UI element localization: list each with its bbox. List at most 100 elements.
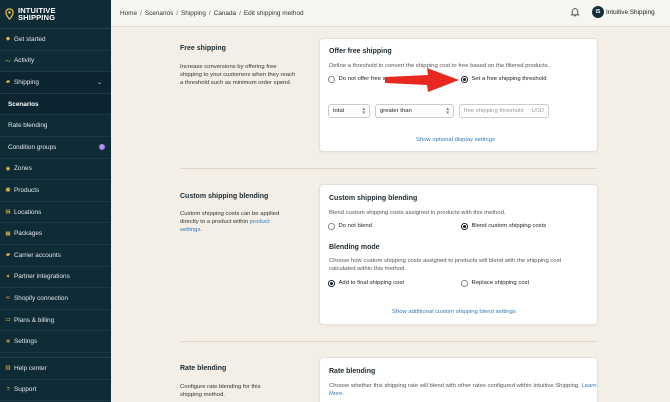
truck-icon: ▰	[5, 252, 11, 259]
bell-icon[interactable]	[570, 7, 580, 17]
free-shipping-card-title: Offer free shipping	[329, 48, 392, 55]
sidebar-item-products[interactable]: ▣ Products	[0, 180, 111, 202]
sidebar-item-label: Support	[14, 386, 37, 394]
breadcrumb-separator: /	[239, 10, 241, 17]
sidebar-item-label: Locations	[14, 208, 42, 216]
section-divider	[180, 168, 597, 169]
info-badge: i	[99, 143, 105, 150]
breadcrumb-separator: /	[140, 10, 142, 17]
radio-label: Do not offer free s	[338, 76, 386, 83]
radio-label: Add to final shipping cost	[338, 280, 405, 287]
sidebar-nav: ◆ Get started 〜 Activity ▰ Shipping ⌄ Scenar…	[0, 29, 111, 353]
select-value: total	[333, 108, 345, 114]
location-pin-icon	[5, 8, 14, 20]
breadcrumb-shipping[interactable]: Shipping	[181, 10, 206, 17]
pulse-icon: 〜	[5, 58, 11, 65]
free-shipping-card: Offer free shipping Define a threshold t…	[319, 38, 598, 152]
radio-indicator	[461, 76, 468, 83]
operator-select[interactable]: greater than ▲ ▼	[375, 104, 454, 118]
sidebar-item-plans-billing[interactable]: ▭ Plans & billing	[0, 310, 111, 332]
truck-icon: ▰	[5, 79, 11, 86]
sidebar-item-shopify-connection[interactable]: ∞ Shopify connection	[0, 288, 111, 310]
breadcrumb-home[interactable]: Home	[120, 10, 137, 17]
sidebar-item-label: Scenarios	[8, 100, 39, 108]
replace-shipping-cost-radio[interactable]: Replace shipping cost	[461, 280, 529, 287]
sidebar-bottom-nav: ▥ Help center ? Support	[0, 357, 111, 402]
sidebar-item-label: Settings	[14, 338, 38, 346]
sidebar-item-label: Plans & billing	[14, 316, 55, 324]
custom-blending-card-title: Custom shipping blending	[329, 195, 418, 202]
sidebar-item-get-started[interactable]: ◆ Get started	[0, 29, 111, 51]
radio-indicator	[328, 280, 335, 287]
radio-label: Replace shipping cost	[471, 280, 530, 287]
sidebar-item-zones[interactable]: ◉ Zones	[0, 159, 111, 181]
do-not-blend-radio[interactable]: Do not blend	[328, 223, 372, 230]
sidebar-item-rate-blending[interactable]: Rate blending	[0, 115, 111, 137]
add-to-final-shipping-cost-radio[interactable]: Add to final shipping cost	[328, 280, 404, 287]
radio-indicator	[461, 223, 468, 230]
sidebar-item-scenarios[interactable]: Scenarios	[0, 93, 111, 116]
radio-indicator	[328, 76, 335, 83]
sidebar-item-partner-integrations[interactable]: ✦ Partner integrations	[0, 267, 111, 289]
annotation-arrow	[385, 68, 459, 92]
radio-label: Do not blend	[338, 223, 372, 230]
free-shipping-section-desc: Increase conversions by offering free sh…	[180, 64, 296, 87]
radio-label: Set a free shipping threshold	[471, 76, 547, 83]
desc-text: .	[200, 227, 202, 234]
free-shipping-card-desc: Define a threshold to convert the shippi…	[329, 63, 550, 69]
select-arrows-icon: ▲ ▼	[361, 106, 366, 115]
location-icon: ▤	[5, 209, 11, 216]
sidebar-item-condition-groups[interactable]: Condition groups i	[0, 136, 111, 159]
sidebar-item-help-center[interactable]: ▥ Help center	[0, 358, 111, 380]
breadcrumb-canada[interactable]: Canada	[214, 10, 236, 17]
sidebar-item-shipping[interactable]: ▰ Shipping ⌄	[0, 72, 111, 94]
plug-icon: ✦	[5, 273, 11, 280]
sidebar-item-support[interactable]: ? Support	[0, 380, 111, 402]
show-additional-blend-settings-link[interactable]: Show additional custom shipping blend se…	[392, 309, 516, 315]
sidebar-item-label: Zones	[14, 165, 32, 173]
custom-blending-section-desc: Custom shipping costs can be applied dir…	[180, 210, 292, 235]
rate-blending-section-title: Rate blending	[180, 365, 227, 372]
sidebar-item-label: Rate blending	[8, 122, 48, 130]
radio-label: Blend custom shipping costs	[471, 223, 547, 230]
sidebar-item-label: Shipping	[14, 78, 39, 86]
globe-icon: ◉	[5, 165, 11, 172]
sidebar-item-label: Packages	[14, 230, 43, 238]
breadcrumb-scenarios[interactable]: Scenarios	[145, 10, 173, 17]
link-icon: ∞	[6, 295, 10, 302]
section-divider	[180, 341, 597, 342]
avatar[interactable]: IS	[592, 6, 604, 18]
sidebar-item-label: Products	[14, 186, 40, 194]
blend-custom-shipping-costs-radio[interactable]: Blend custom shipping costs	[461, 223, 546, 230]
sidebar-item-locations[interactable]: ▤ Locations	[0, 202, 111, 224]
breadcrumb-separator: /	[176, 10, 179, 17]
chevron-down-icon: ⌄	[96, 80, 102, 87]
sidebar-item-packages[interactable]: ▦ Packages	[0, 223, 111, 245]
sidebar-item-carrier-accounts[interactable]: ▰ Carrier accounts	[0, 245, 111, 267]
sidebar-item-label: Activity	[14, 57, 35, 65]
radio-indicator	[328, 223, 335, 230]
do-not-offer-free-shipping-radio[interactable]: Do not offer free s	[328, 76, 386, 83]
show-optional-display-settings-link[interactable]: Show optional display settings	[416, 137, 495, 143]
rate-blending-card-title: Rate blending	[329, 368, 376, 375]
sidebar-item-label: Get started	[14, 35, 46, 43]
free-shipping-section-title: Free shipping	[180, 45, 226, 52]
gear-icon: ✲	[5, 338, 11, 345]
sidebar-item-settings[interactable]: ✲ Settings	[0, 331, 111, 353]
blending-mode-title: Blending mode	[329, 244, 380, 251]
breadcrumb-current: Edit shipping method	[243, 10, 304, 17]
custom-blending-card: Custom shipping blending Blend custom sh…	[319, 184, 598, 325]
sidebar-item-activity[interactable]: 〜 Activity	[0, 51, 111, 73]
user-name[interactable]: Intuitive Shipping	[606, 9, 655, 16]
card-icon: ▭	[5, 317, 11, 324]
select-arrows-icon: ▲ ▼	[445, 106, 450, 115]
currency-suffix: USD	[531, 108, 544, 114]
app-logo[interactable]: INTUITIVE SHIPPING	[0, 0, 111, 29]
select-value: greater than	[380, 108, 412, 114]
set-free-shipping-threshold-radio[interactable]: Set a free shipping threshold	[461, 76, 547, 83]
desc-text: Choose whether this shipping rate will b…	[329, 383, 582, 389]
support-icon: ?	[6, 386, 10, 393]
free-shipping-threshold-input[interactable]: free shipping threshold USD	[459, 104, 549, 118]
sidebar-item-label: Shopify connection	[14, 294, 69, 302]
field-select[interactable]: total ▲ ▼	[328, 104, 370, 118]
